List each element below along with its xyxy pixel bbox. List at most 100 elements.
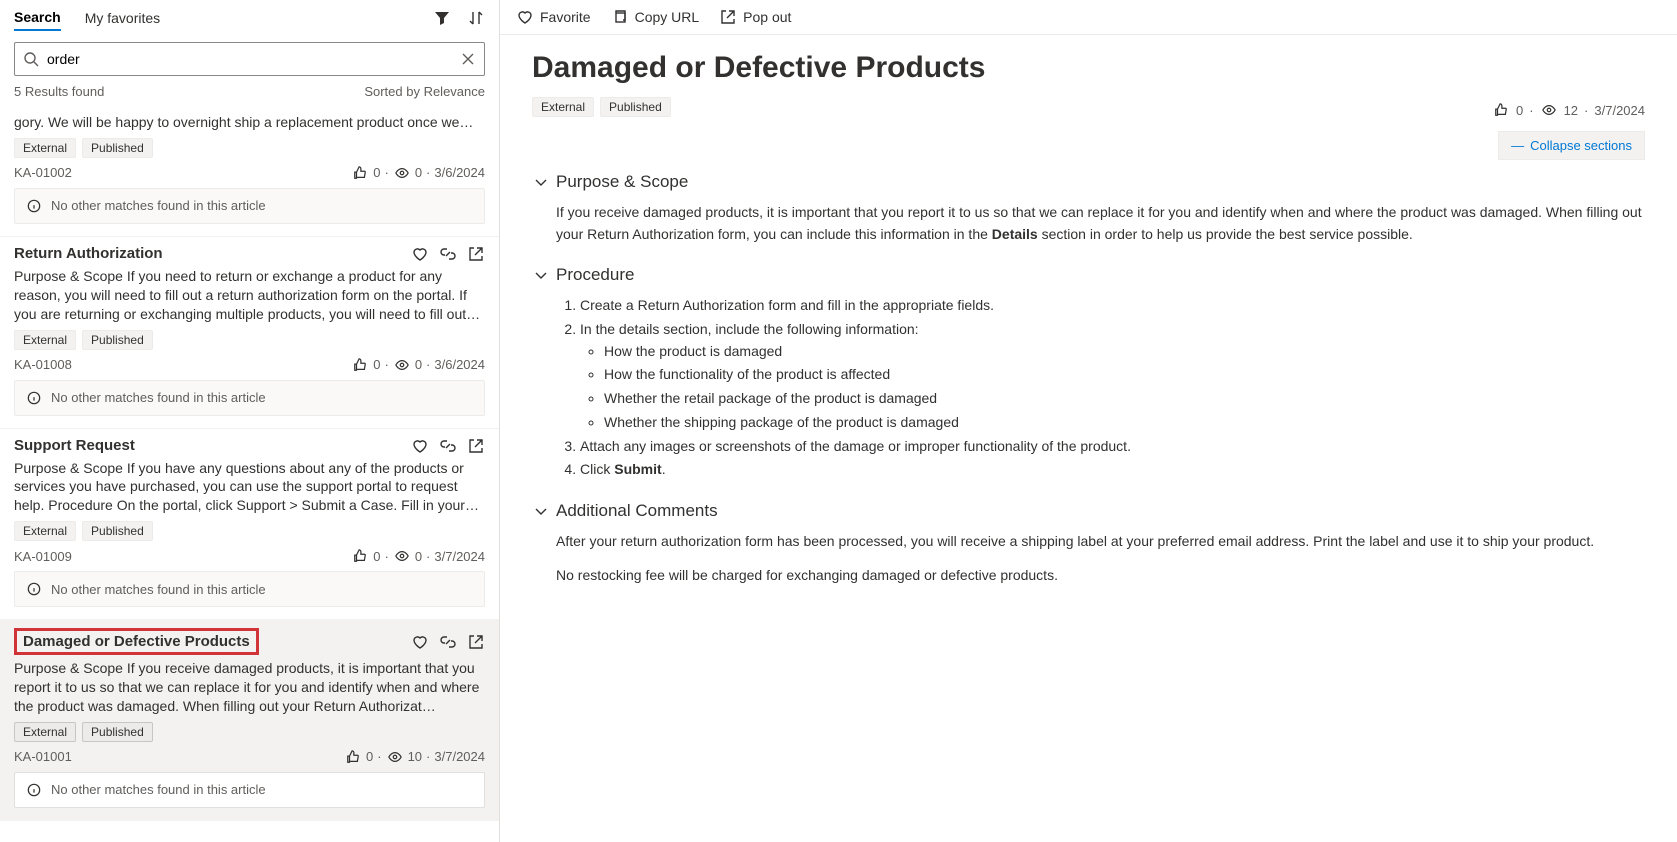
- result-likes: 0: [373, 549, 380, 564]
- list-item: Create a Return Authorization form and f…: [580, 295, 1645, 317]
- link-icon[interactable]: [439, 633, 457, 651]
- link-icon[interactable]: [439, 437, 457, 455]
- copy-url-button[interactable]: Copy URL: [611, 8, 700, 26]
- result-title: Support Request: [14, 437, 135, 454]
- heart-icon[interactable]: [411, 437, 429, 455]
- no-match-notice: No other matches found in this article: [14, 571, 485, 607]
- result-card[interactable]: Support Request Purpose & Scope If you h…: [0, 429, 499, 621]
- info-icon: [25, 197, 43, 215]
- search-icon: [22, 50, 40, 68]
- result-date: 3/7/2024: [434, 749, 485, 764]
- result-id: KA-01002: [14, 165, 72, 180]
- result-card[interactable]: Damaged or Defective Products Purpose & …: [0, 620, 499, 821]
- section-heading[interactable]: Procedure: [532, 265, 1645, 285]
- result-card[interactable]: gory. We will be happy to overnight ship…: [0, 105, 499, 237]
- article-meta: ExternalPublished 0 · 12 · 3/7/2024: [532, 97, 1645, 123]
- filter-icon[interactable]: [433, 9, 451, 27]
- tab-search[interactable]: Search: [14, 5, 61, 31]
- popout-button[interactable]: Pop out: [719, 8, 791, 26]
- heart-icon[interactable]: [411, 633, 429, 651]
- eye-icon: [386, 748, 404, 766]
- badge: Published: [600, 97, 671, 117]
- search-box: [14, 42, 485, 76]
- results-count: 5 Results found: [14, 84, 104, 99]
- sort-icon[interactable]: [467, 9, 485, 27]
- article-toolbar: Favorite Copy URL Pop out: [500, 0, 1677, 34]
- paragraph: After your return authorization form has…: [556, 531, 1645, 553]
- results-meta: 5 Results found Sorted by Relevance: [0, 84, 499, 105]
- popout-icon[interactable]: [467, 245, 485, 263]
- result-likes: 0: [366, 749, 373, 764]
- result-likes: 0: [373, 165, 380, 180]
- list-item: Attach any images or screenshots of the …: [580, 436, 1645, 458]
- badge: External: [14, 330, 76, 350]
- article-body: Damaged or Defective Products External Pu…: [500, 34, 1677, 842]
- favorite-button[interactable]: Favorite: [516, 8, 591, 26]
- clear-search-icon[interactable]: [459, 50, 477, 68]
- info-icon: [25, 389, 43, 407]
- result-date: 3/6/2024: [434, 165, 485, 180]
- link-icon[interactable]: [439, 245, 457, 263]
- results-list: gory. We will be happy to overnight ship…: [0, 105, 499, 842]
- result-date: 3/6/2024: [434, 357, 485, 372]
- like-icon[interactable]: [1492, 101, 1510, 119]
- badge: External: [14, 521, 76, 541]
- result-views: 0: [415, 357, 422, 372]
- list-item: Whether the retail package of the produc…: [604, 388, 1645, 410]
- result-card[interactable]: Return Authorization Purpose & Scope If …: [0, 237, 499, 429]
- popout-icon[interactable]: [467, 633, 485, 651]
- chevron-down-icon: [532, 502, 550, 520]
- result-id: KA-01008: [14, 357, 72, 372]
- article-date: 3/7/2024: [1594, 103, 1645, 118]
- like-icon[interactable]: [351, 356, 369, 374]
- badge: Published: [82, 521, 153, 541]
- paragraph: If you receive damaged products, it is i…: [556, 202, 1645, 245]
- info-icon: [25, 781, 43, 799]
- result-views: 0: [415, 549, 422, 564]
- article-views: 12: [1564, 103, 1578, 118]
- result-title: Damaged or Defective Products: [14, 628, 259, 655]
- search-input[interactable]: [14, 42, 485, 76]
- badge: Published: [82, 138, 153, 158]
- result-title: Return Authorization: [14, 245, 163, 262]
- results-sort[interactable]: Sorted by Relevance: [364, 84, 485, 99]
- section-heading[interactable]: Purpose & Scope: [532, 172, 1645, 192]
- badge: External: [14, 722, 76, 742]
- section-heading[interactable]: Additional Comments: [532, 501, 1645, 521]
- copy-icon: [611, 8, 629, 26]
- list-item: Whether the shipping package of the prod…: [604, 412, 1645, 434]
- article-title: Damaged or Defective Products: [532, 51, 1645, 85]
- result-snippet: Purpose & Scope If you need to return or…: [14, 267, 485, 324]
- result-likes: 0: [373, 357, 380, 372]
- chevron-down-icon: [532, 266, 550, 284]
- badge: Published: [82, 330, 153, 350]
- article-section: Additional Comments After your return au…: [532, 501, 1645, 586]
- heart-icon[interactable]: [411, 245, 429, 263]
- badge: External: [532, 97, 594, 117]
- article-likes: 0: [1516, 103, 1523, 118]
- badge: Published: [82, 722, 153, 742]
- no-match-notice: No other matches found in this article: [14, 380, 485, 416]
- popout-icon[interactable]: [467, 437, 485, 455]
- result-views: 0: [415, 165, 422, 180]
- article-section: Purpose & Scope If you receive damaged p…: [532, 172, 1645, 245]
- result-views: 10: [408, 749, 422, 764]
- like-icon[interactable]: [344, 748, 362, 766]
- tab-favorites[interactable]: My favorites: [85, 6, 160, 30]
- eye-icon: [393, 164, 411, 182]
- no-match-notice: No other matches found in this article: [14, 188, 485, 224]
- no-match-notice: No other matches found in this article: [14, 772, 485, 808]
- badge: External: [14, 138, 76, 158]
- list-item: How the product is damaged: [604, 341, 1645, 363]
- result-snippet: gory. We will be happy to overnight ship…: [14, 113, 485, 132]
- result-snippet: Purpose & Scope If you have any question…: [14, 459, 485, 516]
- article-panel: Favorite Copy URL Pop out Damaged or Def…: [500, 0, 1677, 842]
- like-icon[interactable]: [351, 164, 369, 182]
- result-id: KA-01009: [14, 549, 72, 564]
- collapse-sections-button[interactable]: — Collapse sections: [1498, 131, 1645, 160]
- search-panel: Search My favorites 5 Results found Sort…: [0, 0, 500, 842]
- article-section: Procedure Create a Return Authorization …: [532, 265, 1645, 481]
- like-icon[interactable]: [351, 547, 369, 565]
- popout-icon: [719, 8, 737, 26]
- result-date: 3/7/2024: [434, 549, 485, 564]
